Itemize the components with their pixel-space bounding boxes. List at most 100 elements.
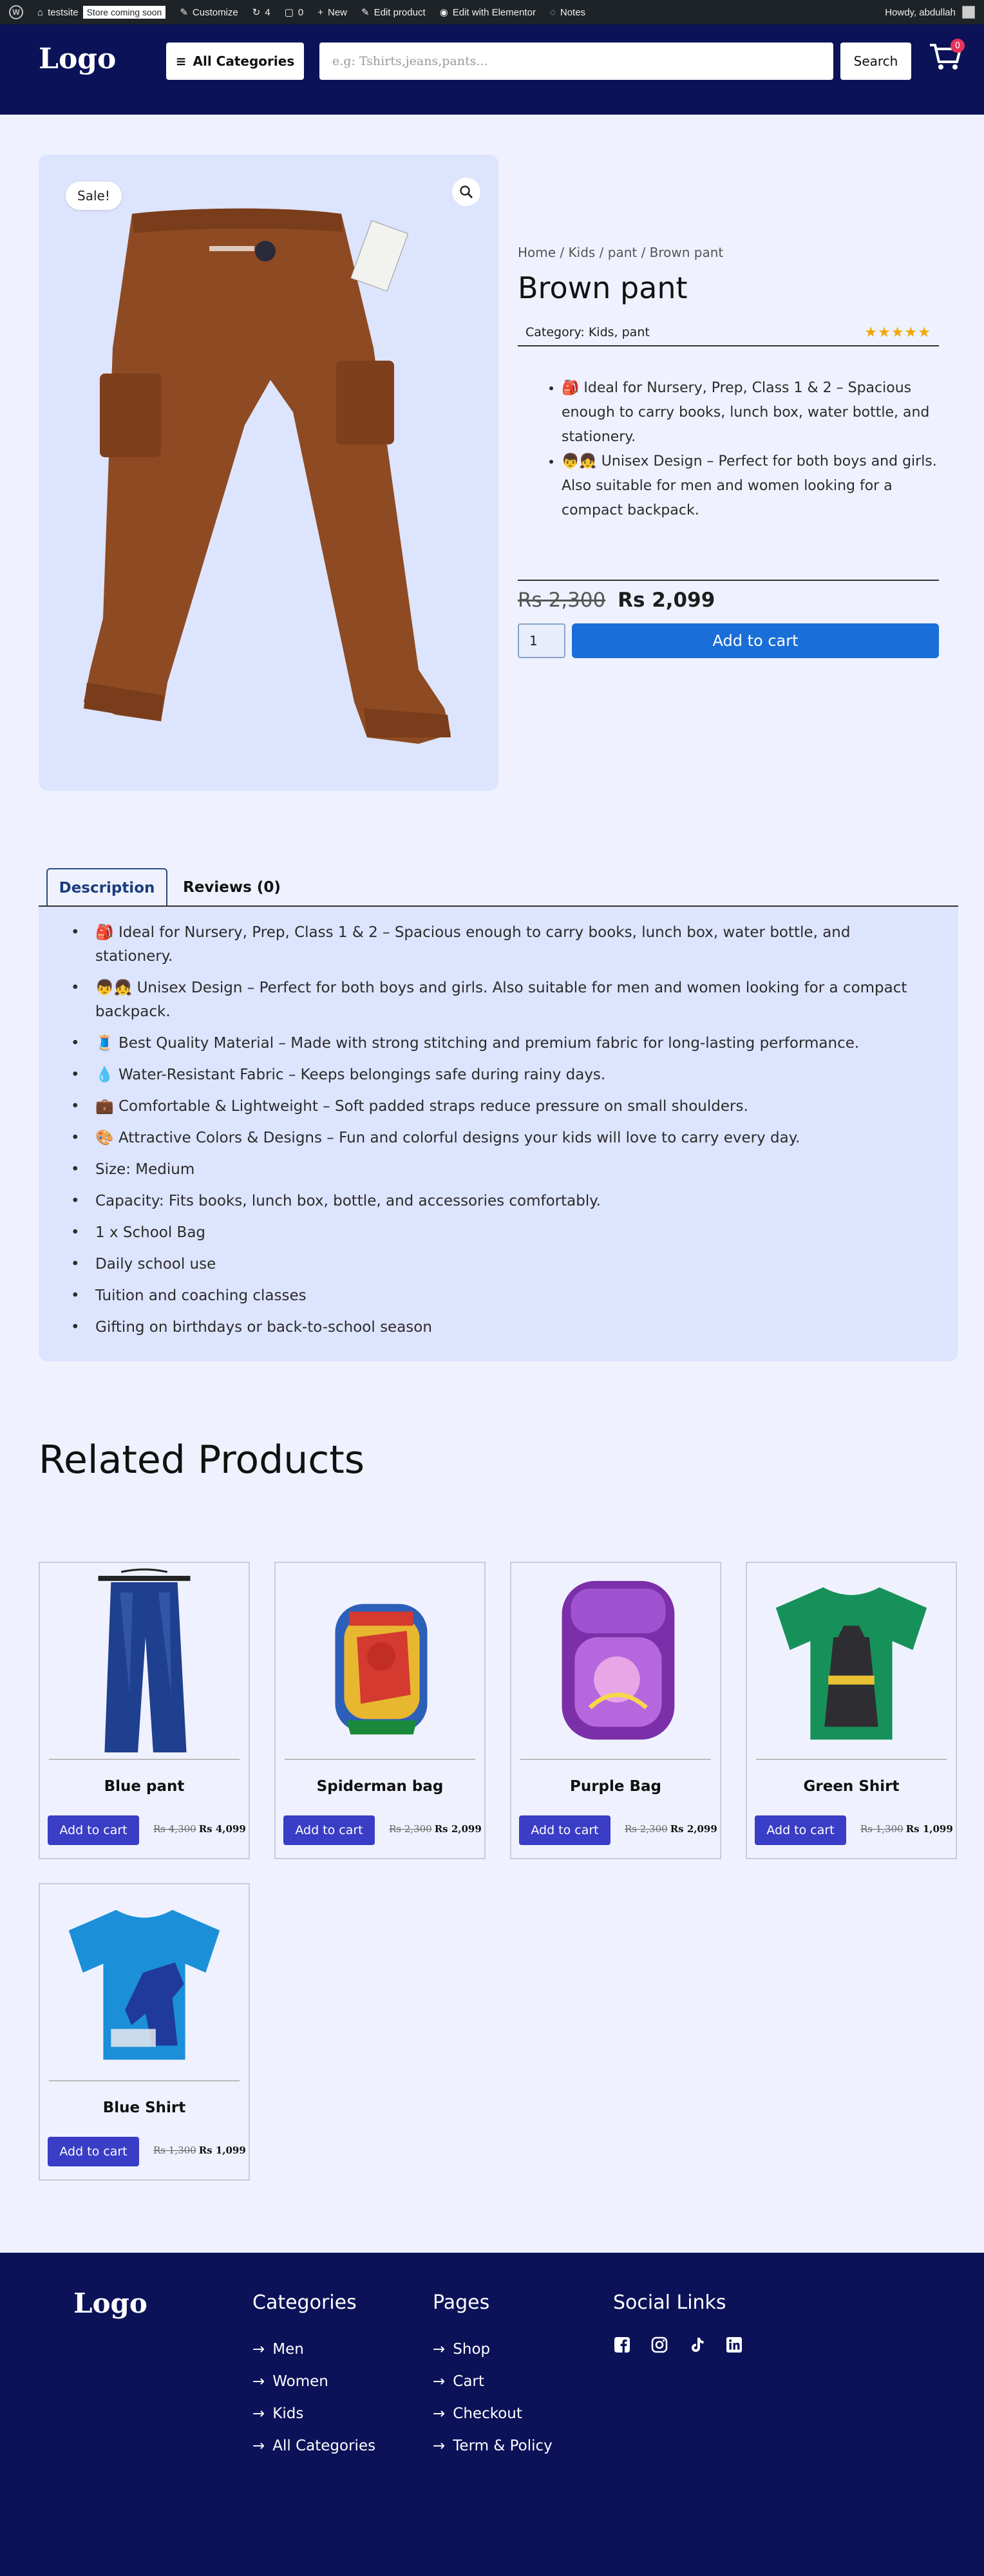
tab-reviews[interactable]: Reviews (0) (167, 868, 296, 907)
elementor-icon: ◉ (439, 7, 448, 18)
search-input[interactable]: e.g: Tshirts,jeans,pants... (319, 43, 833, 80)
instagram-icon[interactable] (650, 2336, 668, 2354)
footer-social: Social Links (613, 2291, 743, 2354)
arrow-right-icon: → (252, 2405, 265, 2422)
bullet-item: 👦👧 Unisex Design – Perfect for both boys… (562, 450, 939, 523)
sale-price: Rs 1,099 (198, 2145, 246, 2156)
arrow-right-icon: → (433, 2405, 446, 2422)
product-price: Rs 2,300 Rs 2,099 (625, 1823, 717, 1835)
add-to-cart-button[interactable]: Add to cart (48, 1815, 139, 1845)
old-price: Rs 2,300 (389, 1823, 432, 1835)
facebook-icon[interactable] (613, 2336, 631, 2354)
add-to-cart-button[interactable]: Add to cart (755, 1815, 846, 1845)
add-to-cart-button[interactable]: Add to cart (572, 623, 939, 658)
footer-heading: Social Links (613, 2291, 726, 2314)
product-name[interactable]: Purple Bag (511, 1778, 720, 1795)
product-image (49, 1909, 240, 2081)
customize-link[interactable]: ✎ Customize (180, 6, 238, 19)
list-item: 💼 Comfortable & Lightweight – Soft padde… (71, 1095, 921, 1119)
arrow-right-icon: → (433, 2438, 446, 2454)
footer-link[interactable]: → Kids (252, 2405, 375, 2422)
sale-price: Rs 2,099 (618, 589, 715, 612)
comments-link[interactable]: ▢ 0 (285, 6, 304, 19)
admin-bar: W ⌂ testsite Store coming soon ✎ Customi… (0, 0, 984, 24)
description-list: 🎒 Ideal for Nursery, Prep, Class 1 & 2 –… (71, 921, 958, 1340)
notes-link[interactable]: ◌ Notes (550, 7, 585, 18)
product-name[interactable]: Blue pant (40, 1778, 249, 1795)
add-to-cart-button[interactable]: Add to cart (519, 1815, 610, 1845)
edit-product-link[interactable]: ✎ Edit product (361, 6, 426, 19)
footer-link-label: Women (272, 2373, 328, 2390)
price: Rs 2,300 Rs 2,099 (518, 580, 939, 612)
product-card[interactable]: Purple Bag Add to cart Rs 2,300 Rs 2,099 (510, 1562, 721, 1859)
add-to-cart-button[interactable]: Add to cart (48, 2137, 139, 2166)
product-card[interactable]: Blue Shirt Add to cart Rs 1,300 Rs 1,099 (39, 1883, 250, 2181)
tab-description[interactable]: Description (46, 868, 167, 907)
all-categories-button[interactable]: ≡ All Categories (166, 43, 304, 80)
tiktok-icon[interactable] (688, 2336, 706, 2354)
product-price: Rs 2,300 Rs 2,099 (389, 1823, 482, 1835)
list-item: 👦👧 Unisex Design – Perfect for both boys… (71, 976, 921, 1024)
footer-logo[interactable]: Logo (73, 2287, 147, 2319)
list-item: Daily school use (71, 1253, 921, 1276)
product-image (285, 1604, 475, 1760)
product-card[interactable]: Blue pant Add to cart Rs 4,300 Rs 4,099 (39, 1562, 250, 1859)
footer-pages: Pages → Shop → Cart → Checkout → Term & Poli… (433, 2291, 553, 2470)
footer-heading: Categories (252, 2291, 357, 2314)
elementor-label: Edit with Elementor (452, 6, 536, 18)
product-price: Rs 1,300 Rs 1,099 (860, 1823, 953, 1835)
comments-count: 0 (298, 6, 304, 18)
elementor-link[interactable]: ◉ Edit with Elementor (439, 6, 536, 19)
product-card[interactable]: Spiderman bag Add to cart Rs 2,300 Rs 2,0… (274, 1562, 486, 1859)
product-image (84, 208, 451, 744)
footer-link[interactable]: → Cart (433, 2373, 553, 2390)
updates-link[interactable]: ↻ 4 (252, 6, 270, 19)
new-label: New (327, 6, 347, 18)
user-menu[interactable]: Howdy, abdullah (885, 6, 975, 19)
product-gallery[interactable]: Sale! (39, 155, 498, 791)
related-products-title: Related Products (39, 1437, 365, 1482)
user-avatar (962, 6, 975, 19)
old-price: Rs 4,300 (153, 1823, 196, 1835)
plus-icon: + (317, 6, 323, 18)
product-price: Rs 4,300 Rs 4,099 (153, 1823, 246, 1835)
site-logo[interactable]: Logo (39, 43, 116, 75)
quantity-input[interactable]: 1 (518, 623, 565, 658)
product-category[interactable]: Category: Kids, pant (525, 325, 650, 339)
arrow-right-icon: → (433, 2341, 446, 2358)
list-item: Size: Medium (71, 1158, 921, 1182)
store-status-badge: Store coming soon (82, 6, 166, 19)
breadcrumb[interactable]: Home / Kids / pant / Brown pant (518, 245, 939, 260)
cart-button[interactable]: 0 (927, 37, 966, 76)
list-item: 1 x School Bag (71, 1221, 921, 1245)
footer-link[interactable]: → Shop (433, 2341, 553, 2358)
product-card[interactable]: Green Shirt Add to cart Rs 1,300 Rs 1,099 (746, 1562, 957, 1859)
footer-link-label: Checkout (453, 2405, 522, 2422)
arrow-right-icon: → (252, 2438, 265, 2454)
product-image (49, 1568, 240, 1760)
footer-link-label: Cart (453, 2373, 484, 2390)
old-price: Rs 1,300 (153, 2145, 196, 2156)
sale-price: Rs 2,099 (670, 1823, 717, 1835)
new-link[interactable]: + New (317, 7, 347, 18)
admin-site-link[interactable]: ⌂ testsite Store coming soon (37, 6, 166, 19)
footer-link[interactable]: → Women (252, 2373, 375, 2390)
list-item: Tuition and coaching classes (71, 1284, 921, 1308)
footer-link[interactable]: → Term & Policy (433, 2438, 553, 2454)
product-name[interactable]: Green Shirt (747, 1778, 956, 1795)
zoom-button[interactable] (452, 178, 480, 206)
add-to-cart-button[interactable]: Add to cart (283, 1815, 375, 1845)
wordpress-logo-icon[interactable]: W (9, 5, 23, 19)
refresh-icon: ↻ (252, 7, 261, 18)
footer-link[interactable]: → Checkout (433, 2405, 553, 2422)
product-name[interactable]: Blue Shirt (40, 2099, 249, 2116)
site-footer: Logo Categories → Men → Women → Kids → All C… (0, 2253, 984, 2576)
sale-price: Rs 1,099 (905, 1823, 953, 1835)
menu-icon: ≡ (175, 53, 187, 69)
search-button[interactable]: Search (840, 43, 911, 80)
product-name[interactable]: Spiderman bag (276, 1778, 484, 1795)
footer-link[interactable]: → All Categories (252, 2438, 375, 2454)
footer-link[interactable]: → Men (252, 2341, 375, 2358)
linkedin-icon[interactable] (725, 2336, 743, 2354)
product-summary: Home / Kids / pant / Brown pant Brown pa… (518, 245, 939, 658)
